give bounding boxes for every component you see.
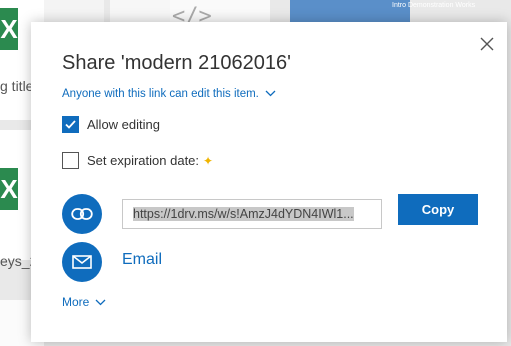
photo-caption: Intro Demonstration Works	[392, 2, 476, 9]
share-link-field[interactable]: https://1drv.ms/w/s!AmzJ4dYDN4IWl1...	[122, 199, 382, 229]
allow-editing-label: Allow editing	[87, 117, 160, 132]
permission-dropdown[interactable]: Anyone with this link can edit this item…	[62, 88, 276, 100]
permission-text: Anyone with this link can edit this item…	[62, 88, 259, 100]
mail-icon	[72, 255, 92, 269]
get-link-button[interactable]	[62, 194, 102, 234]
close-icon	[480, 37, 494, 51]
set-expiration-label: Set expiration date:	[87, 153, 200, 168]
premium-badge-icon: ✦	[203, 153, 214, 168]
share-link-url: https://1drv.ms/w/s!AmzJ4dYDN4IWl1...	[133, 207, 354, 221]
more-label: More	[62, 295, 90, 309]
share-dialog: Share 'modern 21062016' Anyone with this…	[31, 22, 507, 342]
close-button[interactable]	[479, 36, 495, 52]
checkbox-checked[interactable]	[62, 116, 79, 133]
dialog-title: Share 'modern 21062016'	[62, 52, 291, 74]
allow-editing-checkbox[interactable]: Allow editing	[62, 116, 160, 133]
email-label[interactable]: Email	[122, 251, 162, 269]
excel-file-icon: X	[0, 8, 18, 50]
chevron-down-icon	[265, 91, 276, 97]
chevron-down-icon	[95, 299, 106, 306]
link-icon	[71, 208, 93, 220]
file-title: g title	[0, 78, 34, 94]
set-expiration-checkbox[interactable]: Set expiration date: ✦	[62, 152, 213, 169]
more-dropdown[interactable]: More	[62, 295, 106, 309]
copy-button[interactable]: Copy	[398, 194, 478, 225]
checkbox-unchecked[interactable]	[62, 152, 79, 169]
email-button[interactable]	[62, 242, 102, 282]
excel-file-icon: X	[0, 168, 18, 210]
checkmark-icon	[65, 120, 76, 129]
